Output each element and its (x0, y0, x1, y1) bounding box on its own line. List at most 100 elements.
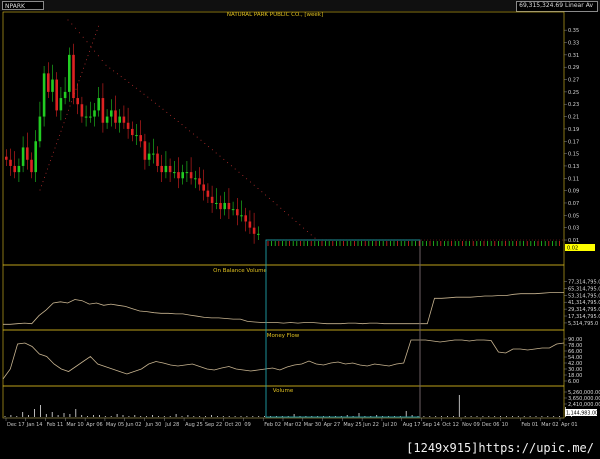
candle-body (17, 165, 21, 173)
dot-marker (81, 71, 83, 73)
dot-marker (143, 93, 145, 95)
obv-axis: 77,314,795.065,314,795.053,314,795.041,3… (564, 279, 600, 327)
candle-body (227, 202, 231, 210)
x-tick-label: Jan 14 (26, 422, 43, 428)
candle-body (9, 159, 12, 166)
scale-mode: Linear (565, 2, 584, 9)
candle-body (80, 104, 84, 117)
dot-marker (223, 158, 225, 160)
candle-body (240, 215, 243, 217)
dot-marker (97, 55, 99, 57)
x-axis: Dec 17 Jan 14 Feb 11 Mar 10 Apr 06 May 05 Jun … (5, 418, 578, 428)
dot-marker (200, 139, 202, 141)
obv-tick-label: 5,314,795.0 (568, 321, 598, 327)
x-tick-label: Jun 22 (362, 422, 379, 428)
price-tick-label: 0.15 (568, 152, 579, 158)
dot-marker (71, 101, 72, 103)
x-tick-label: Jun 30 (145, 422, 162, 428)
dot-marker (75, 27, 77, 29)
candle-body (135, 135, 138, 137)
symbol-field[interactable]: NPARK (2, 1, 44, 10)
candle-body (118, 116, 121, 123)
dot-marker (50, 160, 51, 162)
dot-marker (284, 211, 286, 213)
dot-marker (215, 152, 217, 154)
dot-marker (253, 184, 255, 186)
candle-body (38, 116, 42, 142)
price-tick-label: 0.03 (568, 226, 579, 232)
candle-body (248, 221, 252, 228)
dot-marker (196, 136, 198, 138)
dot-marker (261, 191, 263, 193)
footer: [1249x915]https://upic.me/ (0, 438, 600, 459)
chart-area[interactable]: 0.35 0.33 0.31 0.29 0.27 0.25 0.23 0.21 0.19 0.17… (0, 11, 600, 438)
candle-body (42, 73, 46, 117)
candle-body (131, 128, 134, 136)
average-mode: Av (585, 2, 593, 9)
dot-marker (116, 73, 118, 75)
dot-marker (42, 181, 44, 183)
x-tick-label: Jun 02 (125, 422, 142, 428)
x-tick-label: Aug 17 (403, 422, 421, 428)
dot-marker (257, 187, 259, 189)
money-flow-line (2, 339, 565, 380)
candle-body (21, 147, 25, 166)
x-tick-label: 09 (244, 422, 250, 428)
volume-last-label: 1,144,983.00 (566, 411, 598, 417)
panel-frame (2, 11, 565, 266)
dot-marker (230, 165, 232, 167)
x-tick-label: Apr 06 (86, 422, 103, 428)
price-dotted-line (39, 19, 564, 241)
dot-marker (84, 63, 86, 65)
candle-body (126, 122, 130, 129)
candle-body (177, 172, 180, 179)
dot-marker (170, 114, 172, 116)
obv-tick-label: 41,314,795.0 (568, 300, 600, 306)
dot-marker (39, 189, 41, 191)
obv-tick-label: 65,314,795.0 (568, 286, 600, 292)
candle-body (219, 202, 222, 210)
candle-body (236, 209, 239, 216)
dot-marker (95, 34, 96, 36)
x-tick-label: Apr 01 (561, 422, 578, 428)
dot-marker (132, 84, 134, 86)
x-tick-label: Dec 17 (7, 422, 25, 428)
x-tick-label: Oct 12 (442, 422, 459, 428)
dot-marker (101, 60, 103, 62)
dot-marker (287, 214, 289, 216)
dot-marker (45, 172, 47, 174)
x-tick-label: Feb 02 (264, 422, 281, 428)
candle-body (194, 178, 197, 180)
dot-marker (68, 109, 69, 111)
candle-body (185, 172, 189, 174)
candle-body (76, 98, 79, 105)
candle-body (143, 141, 147, 160)
candle-body (55, 79, 58, 111)
dot-marker (189, 130, 191, 132)
candle-body (72, 54, 75, 99)
candle-body (97, 98, 100, 111)
dot-marker (66, 113, 68, 115)
dot-marker (208, 146, 210, 148)
dot-marker (59, 134, 60, 136)
dot-marker (177, 121, 179, 123)
dot-marker (135, 87, 137, 89)
volume-bars (4, 395, 572, 417)
candle-body (244, 215, 247, 222)
x-tick-label: May 25 (343, 422, 361, 428)
candle-body (110, 110, 113, 117)
x-tick-label: Mar 02 (541, 422, 558, 428)
dot-marker (98, 25, 99, 27)
x-tick-label: Feb 11 (47, 422, 64, 428)
price-tick-label: 0.31 (568, 53, 579, 59)
dot-marker (124, 78, 126, 80)
dot-marker (120, 76, 122, 78)
dot-marker (63, 122, 65, 124)
candle-body (51, 79, 54, 92)
obv-tick-label: 53,314,795.0 (568, 293, 600, 299)
price-tick-label: 0.25 (568, 90, 579, 96)
money-flow-tick-label: 6.00 (568, 379, 579, 385)
dot-marker (306, 230, 308, 232)
obv-tick-label: 29,314,795.0 (568, 307, 600, 313)
dot-marker (280, 207, 282, 209)
